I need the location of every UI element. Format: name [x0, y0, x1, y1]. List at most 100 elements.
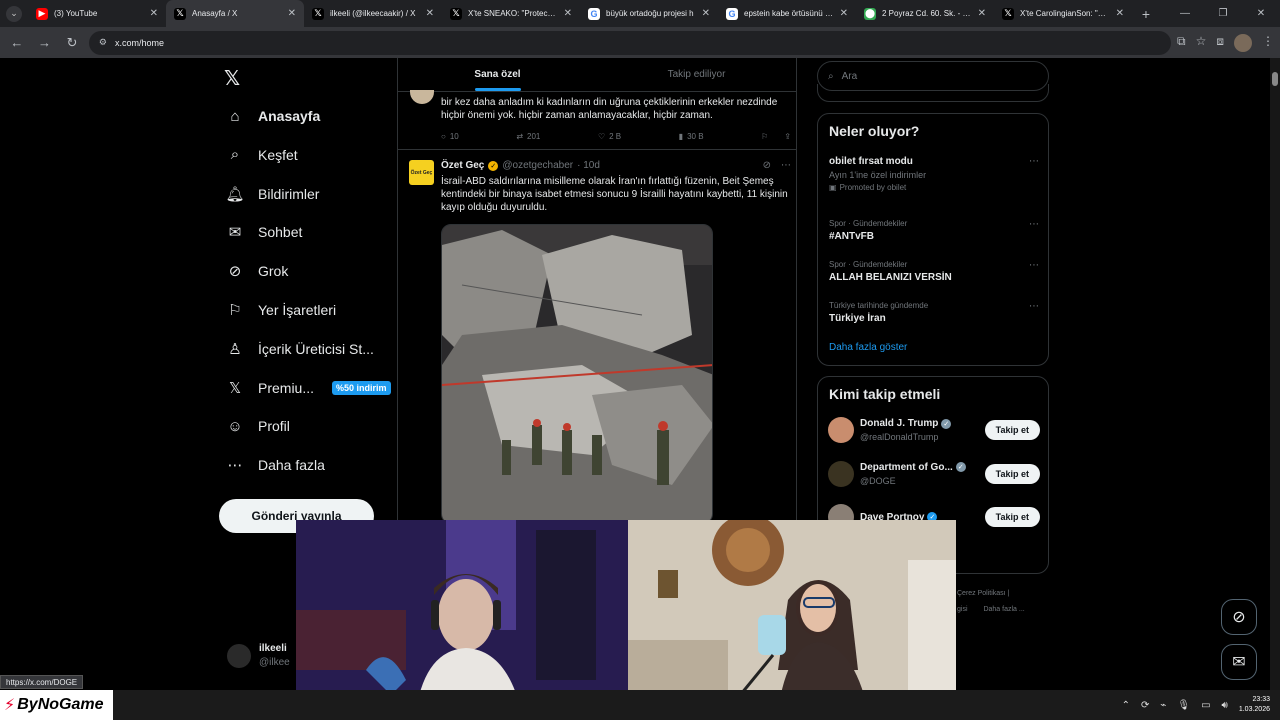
- browser-tab[interactable]: 𝕏 X'te CarolingianSon: "@El ✕: [994, 0, 1132, 27]
- close-tab-icon[interactable]: ✕: [840, 8, 848, 19]
- tab-following[interactable]: Takip ediliyor: [597, 58, 796, 91]
- nav-item-8[interactable]: ☺ Profil: [226, 412, 290, 440]
- follow-suggestion[interactable]: Department of Go... ✓ @DOGE Takip et: [828, 457, 1040, 491]
- tab-for-you[interactable]: Sana özel: [398, 58, 597, 91]
- new-tab-button[interactable]: +: [1132, 0, 1160, 27]
- nav-item-label: Keşfet: [258, 146, 298, 163]
- nav-item-6[interactable]: ♙ İçerik Üreticisi St...: [226, 335, 374, 363]
- nav-item-5[interactable]: ⚐ Yer İşaretleri: [226, 296, 336, 324]
- menu-dots-icon[interactable]: ⋮: [1262, 34, 1274, 52]
- x-logo-icon[interactable]: 𝕏: [224, 66, 240, 91]
- trend-item[interactable]: Spor · Gündemdekiler #ANTvFB ⋯: [829, 219, 1039, 242]
- sync-icon[interactable]: ⟳: [1141, 700, 1149, 711]
- more-icon[interactable]: ⋯: [1029, 219, 1039, 230]
- premium-discount-badge: %50 indirim: [332, 380, 391, 395]
- avatar[interactable]: [410, 90, 434, 104]
- close-tab-icon[interactable]: ✕: [288, 8, 296, 19]
- nav-item-2[interactable]: 🔔︎ Bildirimler: [225, 180, 319, 208]
- account-switcher[interactable]: ilkeeli @ilkee: [227, 643, 290, 668]
- footer-privacy-link[interactable]: gisi: [957, 606, 968, 613]
- tweet-time[interactable]: · 10d: [577, 160, 600, 171]
- close-tab-icon[interactable]: ✕: [564, 8, 572, 19]
- follow-suggestion[interactable]: Donald J. Trump ✓ @realDonaldTrump Takip et: [828, 413, 1040, 447]
- browser-tab[interactable]: ⬤ 2 Poyraz Cd. 60. Sk. - Goo ✕: [856, 0, 994, 27]
- extensions-icon[interactable]: ⧈: [1216, 34, 1224, 52]
- more-icon[interactable]: ⋯: [1029, 301, 1039, 312]
- profile-avatar[interactable]: [1234, 33, 1253, 52]
- close-tab-icon[interactable]: ✕: [426, 8, 434, 19]
- avatar[interactable]: [828, 417, 854, 443]
- grok-icon[interactable]: ⊘: [763, 160, 771, 171]
- nav-item-9[interactable]: ⋯ Daha fazla: [226, 451, 325, 479]
- browser-tab[interactable]: Gepstein kabe örtüsünü kim ✕: [718, 0, 856, 27]
- trends-panel: Neler oluyor? obilet fırsat modu Ayın 1'i…: [817, 113, 1049, 366]
- cast-icon[interactable]: ⧉: [1177, 34, 1186, 52]
- close-tab-icon[interactable]: ✕: [978, 8, 986, 19]
- nav-item-4[interactable]: ⊘ Grok: [226, 257, 289, 285]
- like-button[interactable]: ♡ 2 B: [598, 132, 621, 141]
- address-url: x.com/home: [115, 37, 165, 48]
- browser-tab[interactable]: ▶ (3) YouTube ✕: [28, 0, 166, 27]
- author-handle[interactable]: @ozetgechaber: [502, 160, 573, 171]
- author-name[interactable]: Özet Geç: [441, 160, 484, 171]
- footer-separator: |: [1007, 590, 1010, 597]
- more-icon[interactable]: ⋯: [781, 160, 791, 171]
- nav-item-1[interactable]: ⌕ Keşfet: [226, 141, 298, 169]
- browser-tab[interactable]: Gbüyük ortadoğu projesi h ✕: [580, 0, 718, 27]
- show-more-link[interactable]: Daha fazla göster: [829, 342, 907, 353]
- nav-item-7[interactable]: 𝕏 Premiu... %50 indirim: [226, 374, 391, 402]
- trend-item[interactable]: Spor · Gündemdekiler ALLAH BELANIZI VERSİ…: [829, 260, 1039, 283]
- bookmark-star-icon[interactable]: ☆: [1196, 34, 1207, 52]
- browser-tab[interactable]: 𝕏ilkeeli (@ilkeecaakir) / X ✕: [304, 0, 442, 27]
- tab-search-button[interactable]: ⌄: [0, 0, 28, 27]
- volume-icon[interactable]: 🔊︎: [1222, 700, 1228, 711]
- grok-fab-button[interactable]: ⊘: [1221, 599, 1257, 635]
- more-icon[interactable]: ⋯: [1029, 260, 1039, 271]
- reload-icon[interactable]: ↻: [61, 32, 83, 54]
- close-tab-icon[interactable]: ✕: [702, 8, 710, 19]
- follow-button[interactable]: Takip et: [984, 463, 1040, 484]
- avatar[interactable]: [828, 460, 854, 487]
- repost-button[interactable]: ⇄ 201: [516, 132, 540, 141]
- address-bar[interactable]: ⚙ x.com/home: [88, 30, 1172, 55]
- mic-icon[interactable]: 🎙︎: [1177, 700, 1190, 711]
- forward-icon[interactable]: →: [34, 32, 56, 54]
- share-icon[interactable]: ⇪: [784, 132, 791, 141]
- bookmark-button[interactable]: ⚐ ⇪: [761, 132, 791, 141]
- tweet-image[interactable]: [441, 224, 713, 524]
- tweet[interactable]: bir kez daha anladım ki kadınların din u…: [398, 90, 796, 150]
- messages-fab-button[interactable]: ✉: [1221, 644, 1257, 680]
- minimize-icon[interactable]: —: [1166, 0, 1204, 27]
- close-tab-icon[interactable]: ✕: [150, 8, 158, 19]
- browser-tab[interactable]: 𝕏 Anasayfa / X ✕: [166, 0, 304, 27]
- toolbar-actions: ⧉ ☆ ⧈ ⋮: [1177, 33, 1274, 52]
- close-tab-icon[interactable]: ✕: [1116, 8, 1124, 19]
- chevron-up-icon[interactable]: ⌃: [1122, 700, 1130, 711]
- more-icon[interactable]: ⋯: [1029, 156, 1039, 167]
- promoted-icon: ▣: [829, 183, 837, 192]
- site-info-icon[interactable]: ⚙: [99, 37, 107, 48]
- restore-icon[interactable]: ❐: [1204, 0, 1242, 27]
- clock[interactable]: 23:33 1.03.2026: [1239, 695, 1270, 715]
- network-icon[interactable]: ⌁: [1160, 700, 1166, 711]
- monitor-icon[interactable]: ▭: [1201, 700, 1210, 711]
- clock-date: 1.03.2026: [1238, 706, 1270, 713]
- views-button[interactable]: ▮ 30 B: [679, 132, 704, 141]
- reply-button[interactable]: ○ 10: [441, 132, 459, 141]
- footer-more-link[interactable]: Daha fazla ...: [983, 606, 1024, 613]
- trend-item[interactable]: Türkiye tarihinde gündemde Türkiye İran ⋯: [829, 301, 1039, 324]
- back-icon[interactable]: ←: [6, 32, 28, 54]
- browser-tab[interactable]: 𝕏 X'te SNEAKO: "Protect Tu ✕: [442, 0, 580, 27]
- page-scrollbar[interactable]: [1270, 58, 1280, 690]
- tweet-text: bir kez daha anladım ki kadınların din u…: [441, 97, 778, 121]
- search-input[interactable]: ⌕ Ara: [817, 61, 1049, 91]
- nav-item-0[interactable]: ⌂ Anasayfa: [226, 102, 320, 130]
- avatar[interactable]: Özet Geç: [409, 160, 434, 185]
- scrollbar-thumb[interactable]: [1272, 72, 1278, 86]
- follow-button[interactable]: Takip et: [984, 507, 1040, 527]
- footer-cookie-link[interactable]: Çerez Politikası: [957, 590, 1006, 597]
- follow-button[interactable]: Takip et: [984, 420, 1040, 440]
- close-window-icon[interactable]: ✕: [1242, 0, 1280, 27]
- nav-item-3[interactable]: ✉ Sohbet: [226, 218, 303, 246]
- trend-item[interactable]: obilet fırsat modu Ayın 1'ine özel indiri…: [829, 156, 1039, 192]
